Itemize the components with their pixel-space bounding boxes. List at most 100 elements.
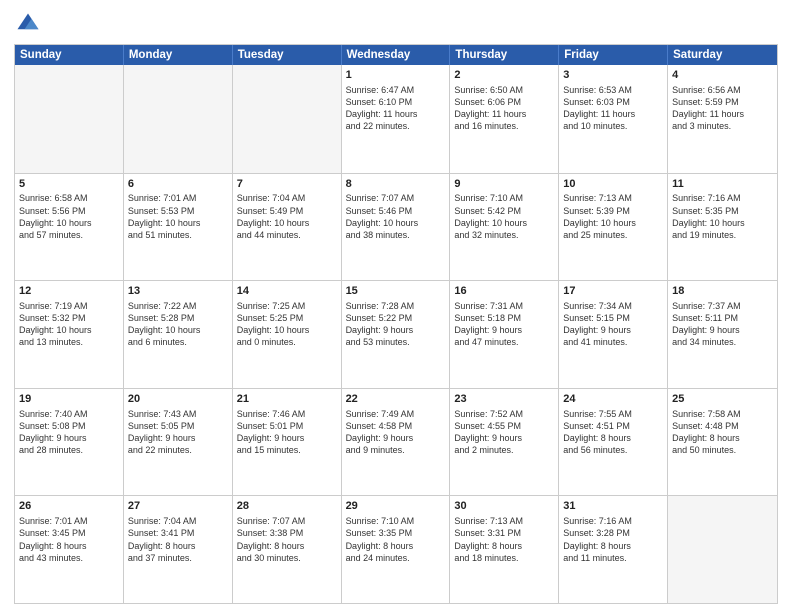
day-cell-empty-4-6	[668, 496, 777, 603]
cell-info: Sunrise: 7:49 AM Sunset: 4:58 PM Dayligh…	[346, 408, 446, 457]
day-cell-19: 19Sunrise: 7:40 AM Sunset: 5:08 PM Dayli…	[15, 389, 124, 496]
day-cell-18: 18Sunrise: 7:37 AM Sunset: 5:11 PM Dayli…	[668, 281, 777, 388]
day-number: 28	[237, 499, 337, 514]
cell-info: Sunrise: 7:01 AM Sunset: 5:53 PM Dayligh…	[128, 192, 228, 241]
day-number: 11	[672, 177, 773, 192]
day-cell-2: 2Sunrise: 6:50 AM Sunset: 6:06 PM Daylig…	[450, 65, 559, 173]
day-number: 1	[346, 68, 446, 83]
cell-info: Sunrise: 7:13 AM Sunset: 3:31 PM Dayligh…	[454, 515, 554, 564]
day-number: 4	[672, 68, 773, 83]
cell-info: Sunrise: 7:07 AM Sunset: 3:38 PM Dayligh…	[237, 515, 337, 564]
day-number: 16	[454, 284, 554, 299]
day-header-saturday: Saturday	[668, 45, 777, 65]
day-cell-28: 28Sunrise: 7:07 AM Sunset: 3:38 PM Dayli…	[233, 496, 342, 603]
day-number: 12	[19, 284, 119, 299]
cell-info: Sunrise: 6:53 AM Sunset: 6:03 PM Dayligh…	[563, 84, 663, 133]
day-cell-14: 14Sunrise: 7:25 AM Sunset: 5:25 PM Dayli…	[233, 281, 342, 388]
cell-info: Sunrise: 7:37 AM Sunset: 5:11 PM Dayligh…	[672, 300, 773, 349]
cell-info: Sunrise: 7:43 AM Sunset: 5:05 PM Dayligh…	[128, 408, 228, 457]
day-cell-26: 26Sunrise: 7:01 AM Sunset: 3:45 PM Dayli…	[15, 496, 124, 603]
day-cell-31: 31Sunrise: 7:16 AM Sunset: 3:28 PM Dayli…	[559, 496, 668, 603]
day-cell-20: 20Sunrise: 7:43 AM Sunset: 5:05 PM Dayli…	[124, 389, 233, 496]
cell-info: Sunrise: 7:25 AM Sunset: 5:25 PM Dayligh…	[237, 300, 337, 349]
day-cell-23: 23Sunrise: 7:52 AM Sunset: 4:55 PM Dayli…	[450, 389, 559, 496]
logo	[14, 10, 46, 38]
day-cell-5: 5Sunrise: 6:58 AM Sunset: 5:56 PM Daylig…	[15, 174, 124, 281]
cell-info: Sunrise: 7:16 AM Sunset: 3:28 PM Dayligh…	[563, 515, 663, 564]
day-number: 17	[563, 284, 663, 299]
day-cell-24: 24Sunrise: 7:55 AM Sunset: 4:51 PM Dayli…	[559, 389, 668, 496]
cell-info: Sunrise: 7:01 AM Sunset: 3:45 PM Dayligh…	[19, 515, 119, 564]
day-number: 6	[128, 177, 228, 192]
day-cell-10: 10Sunrise: 7:13 AM Sunset: 5:39 PM Dayli…	[559, 174, 668, 281]
day-header-friday: Friday	[559, 45, 668, 65]
day-number: 8	[346, 177, 446, 192]
cell-info: Sunrise: 6:50 AM Sunset: 6:06 PM Dayligh…	[454, 84, 554, 133]
day-cell-6: 6Sunrise: 7:01 AM Sunset: 5:53 PM Daylig…	[124, 174, 233, 281]
page: SundayMondayTuesdayWednesdayThursdayFrid…	[0, 0, 792, 612]
day-cell-empty-0-2	[233, 65, 342, 173]
cell-info: Sunrise: 7:55 AM Sunset: 4:51 PM Dayligh…	[563, 408, 663, 457]
cell-info: Sunrise: 6:56 AM Sunset: 5:59 PM Dayligh…	[672, 84, 773, 133]
day-cell-11: 11Sunrise: 7:16 AM Sunset: 5:35 PM Dayli…	[668, 174, 777, 281]
cell-info: Sunrise: 7:58 AM Sunset: 4:48 PM Dayligh…	[672, 408, 773, 457]
day-cell-4: 4Sunrise: 6:56 AM Sunset: 5:59 PM Daylig…	[668, 65, 777, 173]
week-row-4: 19Sunrise: 7:40 AM Sunset: 5:08 PM Dayli…	[15, 388, 777, 496]
cell-info: Sunrise: 7:31 AM Sunset: 5:18 PM Dayligh…	[454, 300, 554, 349]
day-header-tuesday: Tuesday	[233, 45, 342, 65]
cell-info: Sunrise: 7:22 AM Sunset: 5:28 PM Dayligh…	[128, 300, 228, 349]
cell-info: Sunrise: 7:19 AM Sunset: 5:32 PM Dayligh…	[19, 300, 119, 349]
day-number: 18	[672, 284, 773, 299]
day-cell-15: 15Sunrise: 7:28 AM Sunset: 5:22 PM Dayli…	[342, 281, 451, 388]
day-cell-1: 1Sunrise: 6:47 AM Sunset: 6:10 PM Daylig…	[342, 65, 451, 173]
day-header-thursday: Thursday	[450, 45, 559, 65]
cell-info: Sunrise: 7:34 AM Sunset: 5:15 PM Dayligh…	[563, 300, 663, 349]
day-cell-12: 12Sunrise: 7:19 AM Sunset: 5:32 PM Dayli…	[15, 281, 124, 388]
day-cell-13: 13Sunrise: 7:22 AM Sunset: 5:28 PM Dayli…	[124, 281, 233, 388]
week-row-1: 1Sunrise: 6:47 AM Sunset: 6:10 PM Daylig…	[15, 65, 777, 173]
cell-info: Sunrise: 7:52 AM Sunset: 4:55 PM Dayligh…	[454, 408, 554, 457]
day-number: 22	[346, 392, 446, 407]
day-number: 23	[454, 392, 554, 407]
day-header-sunday: Sunday	[15, 45, 124, 65]
day-number: 29	[346, 499, 446, 514]
cell-info: Sunrise: 7:10 AM Sunset: 3:35 PM Dayligh…	[346, 515, 446, 564]
cell-info: Sunrise: 7:40 AM Sunset: 5:08 PM Dayligh…	[19, 408, 119, 457]
cell-info: Sunrise: 7:13 AM Sunset: 5:39 PM Dayligh…	[563, 192, 663, 241]
cell-info: Sunrise: 7:07 AM Sunset: 5:46 PM Dayligh…	[346, 192, 446, 241]
calendar: SundayMondayTuesdayWednesdayThursdayFrid…	[14, 44, 778, 604]
day-cell-30: 30Sunrise: 7:13 AM Sunset: 3:31 PM Dayli…	[450, 496, 559, 603]
day-number: 21	[237, 392, 337, 407]
day-cell-empty-0-0	[15, 65, 124, 173]
logo-icon	[14, 10, 42, 38]
day-header-wednesday: Wednesday	[342, 45, 451, 65]
day-cell-3: 3Sunrise: 6:53 AM Sunset: 6:03 PM Daylig…	[559, 65, 668, 173]
day-cell-29: 29Sunrise: 7:10 AM Sunset: 3:35 PM Dayli…	[342, 496, 451, 603]
day-cell-7: 7Sunrise: 7:04 AM Sunset: 5:49 PM Daylig…	[233, 174, 342, 281]
day-cell-9: 9Sunrise: 7:10 AM Sunset: 5:42 PM Daylig…	[450, 174, 559, 281]
day-cell-22: 22Sunrise: 7:49 AM Sunset: 4:58 PM Dayli…	[342, 389, 451, 496]
day-number: 25	[672, 392, 773, 407]
day-number: 19	[19, 392, 119, 407]
day-cell-27: 27Sunrise: 7:04 AM Sunset: 3:41 PM Dayli…	[124, 496, 233, 603]
day-number: 14	[237, 284, 337, 299]
day-number: 3	[563, 68, 663, 83]
cell-info: Sunrise: 7:28 AM Sunset: 5:22 PM Dayligh…	[346, 300, 446, 349]
day-number: 31	[563, 499, 663, 514]
day-number: 27	[128, 499, 228, 514]
cell-info: Sunrise: 7:10 AM Sunset: 5:42 PM Dayligh…	[454, 192, 554, 241]
day-number: 5	[19, 177, 119, 192]
day-number: 2	[454, 68, 554, 83]
day-number: 10	[563, 177, 663, 192]
week-row-5: 26Sunrise: 7:01 AM Sunset: 3:45 PM Dayli…	[15, 495, 777, 603]
cell-info: Sunrise: 6:47 AM Sunset: 6:10 PM Dayligh…	[346, 84, 446, 133]
day-number: 26	[19, 499, 119, 514]
calendar-header: SundayMondayTuesdayWednesdayThursdayFrid…	[15, 45, 777, 65]
day-cell-16: 16Sunrise: 7:31 AM Sunset: 5:18 PM Dayli…	[450, 281, 559, 388]
week-row-3: 12Sunrise: 7:19 AM Sunset: 5:32 PM Dayli…	[15, 280, 777, 388]
day-cell-17: 17Sunrise: 7:34 AM Sunset: 5:15 PM Dayli…	[559, 281, 668, 388]
cell-info: Sunrise: 6:58 AM Sunset: 5:56 PM Dayligh…	[19, 192, 119, 241]
calendar-body: 1Sunrise: 6:47 AM Sunset: 6:10 PM Daylig…	[15, 65, 777, 603]
day-header-monday: Monday	[124, 45, 233, 65]
day-number: 15	[346, 284, 446, 299]
